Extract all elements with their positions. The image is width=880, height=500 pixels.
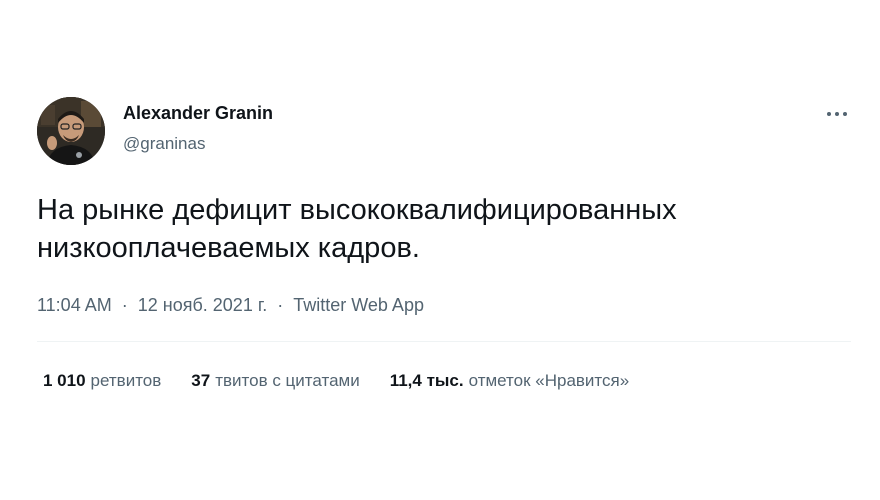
avatar[interactable] [37, 97, 105, 165]
more-horizontal-icon [827, 112, 847, 116]
meta-separator: · [277, 295, 284, 315]
tweet-date[interactable]: 12 нояб. 2021 г. [138, 295, 267, 315]
likes-stat[interactable]: 11,4 тыс. отметок «Нравится» [390, 371, 630, 391]
divider [37, 341, 851, 342]
tweet-text: На рынке дефицит высококвалифицированных… [37, 191, 837, 267]
tweet-card: Alexander Granin @graninas На рынке дефи… [0, 0, 880, 500]
retweets-count: 1 010 [43, 371, 86, 390]
quotes-stat[interactable]: 37 твитов с цитатами [191, 371, 359, 391]
likes-count: 11,4 тыс. [389, 371, 464, 390]
retweets-stat[interactable]: 1 010 ретвитов [43, 371, 161, 391]
user-handle[interactable]: @graninas [123, 134, 205, 154]
quotes-count: 37 [191, 371, 211, 390]
more-options-button[interactable] [824, 104, 850, 124]
tweet-text-line: низкооплачеваемых кадров. [37, 232, 420, 264]
retweets-label: ретвитов [90, 371, 162, 390]
tweet-meta: 11:04 AM · 12 нояб. 2021 г. · Twitter We… [37, 295, 424, 316]
avatar-image [37, 97, 105, 165]
tweet-source-link[interactable]: Twitter Web App [293, 295, 424, 315]
display-name[interactable]: Alexander Granin [123, 103, 273, 124]
likes-label: отметок «Нравится» [468, 371, 630, 390]
meta-separator: · [121, 295, 128, 315]
tweet-time[interactable]: 11:04 AM [37, 295, 112, 315]
engagement-stats: 1 010 ретвитов 37 твитов с цитатами 11,4 т… [43, 371, 629, 391]
tweet-text-line: На рынке дефицит высококвалифицированных [37, 194, 677, 226]
quotes-label: твитов с цитатами [215, 371, 360, 390]
